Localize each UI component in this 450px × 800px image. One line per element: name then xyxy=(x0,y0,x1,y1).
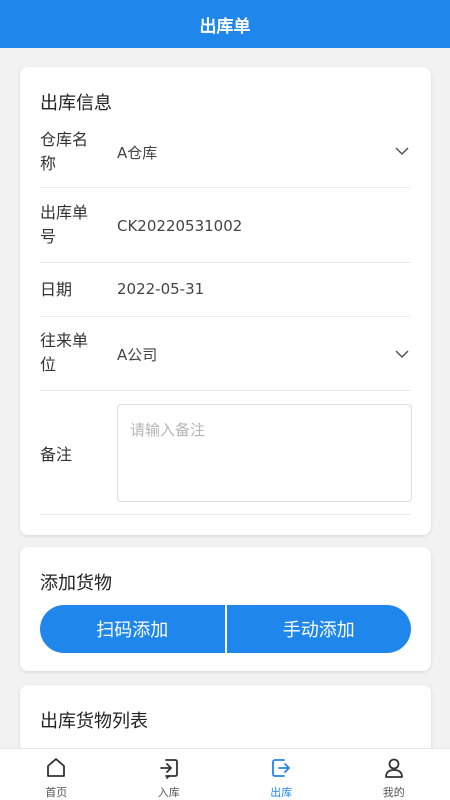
outbound-info-card: 出库信息 仓库名称 A仓库 出库单号 CK20220531002 日期 2022… xyxy=(20,67,431,535)
partner-value: A公司 xyxy=(117,346,158,364)
warehouse-select[interactable]: 仓库名称 A仓库 xyxy=(40,122,411,188)
remark-label: 备注 xyxy=(40,445,73,464)
order-number-value: CK20220531002 xyxy=(117,217,243,235)
manual-add-button[interactable]: 手动添加 xyxy=(224,605,411,653)
remark-input[interactable] xyxy=(117,404,412,502)
add-goods-button-group: 扫码添加 手动添加 xyxy=(40,605,411,653)
tab-inbound-label: 入库 xyxy=(157,786,180,799)
chevron-down-icon xyxy=(395,147,409,156)
tab-inbound[interactable]: 入库 xyxy=(113,749,226,800)
tab-mine-label: 我的 xyxy=(382,786,405,799)
tab-home[interactable]: 首页 xyxy=(0,749,113,800)
tab-outbound-label: 出库 xyxy=(270,786,293,799)
partner-select[interactable]: 往来单位 A公司 xyxy=(40,317,411,391)
page-header: 出库单 xyxy=(0,0,450,48)
outbound-info-title: 出库信息 xyxy=(40,93,112,114)
inbound-icon xyxy=(159,759,178,779)
tab-mine[interactable]: 我的 xyxy=(338,749,450,800)
home-icon xyxy=(47,758,66,777)
order-number-label: 出库单号 xyxy=(40,203,89,246)
add-goods-title: 添加货物 xyxy=(40,573,112,594)
date-label: 日期 xyxy=(40,280,73,299)
page-title: 出库单 xyxy=(199,16,251,37)
add-goods-card: 添加货物 扫码添加 手动添加 xyxy=(20,547,431,671)
partner-label: 往来单位 xyxy=(40,331,89,374)
date-value: 2022-05-31 xyxy=(117,280,205,298)
chevron-down-icon xyxy=(395,350,409,359)
outbound-icon xyxy=(272,759,291,777)
order-number-row: 出库单号 CK20220531002 xyxy=(40,188,411,263)
scan-add-button[interactable]: 扫码添加 xyxy=(40,605,225,653)
warehouse-value: A仓库 xyxy=(117,144,158,162)
date-row[interactable]: 日期 2022-05-31 xyxy=(40,263,411,317)
tab-outbound[interactable]: 出库 xyxy=(225,749,338,800)
goods-list-title: 出库货物列表 xyxy=(40,711,148,732)
warehouse-label: 仓库名称 xyxy=(40,130,89,173)
tab-home-label: 首页 xyxy=(45,786,68,799)
bottom-tabbar: 首页 入库 出库 我的 xyxy=(0,748,450,800)
user-icon xyxy=(384,758,403,778)
